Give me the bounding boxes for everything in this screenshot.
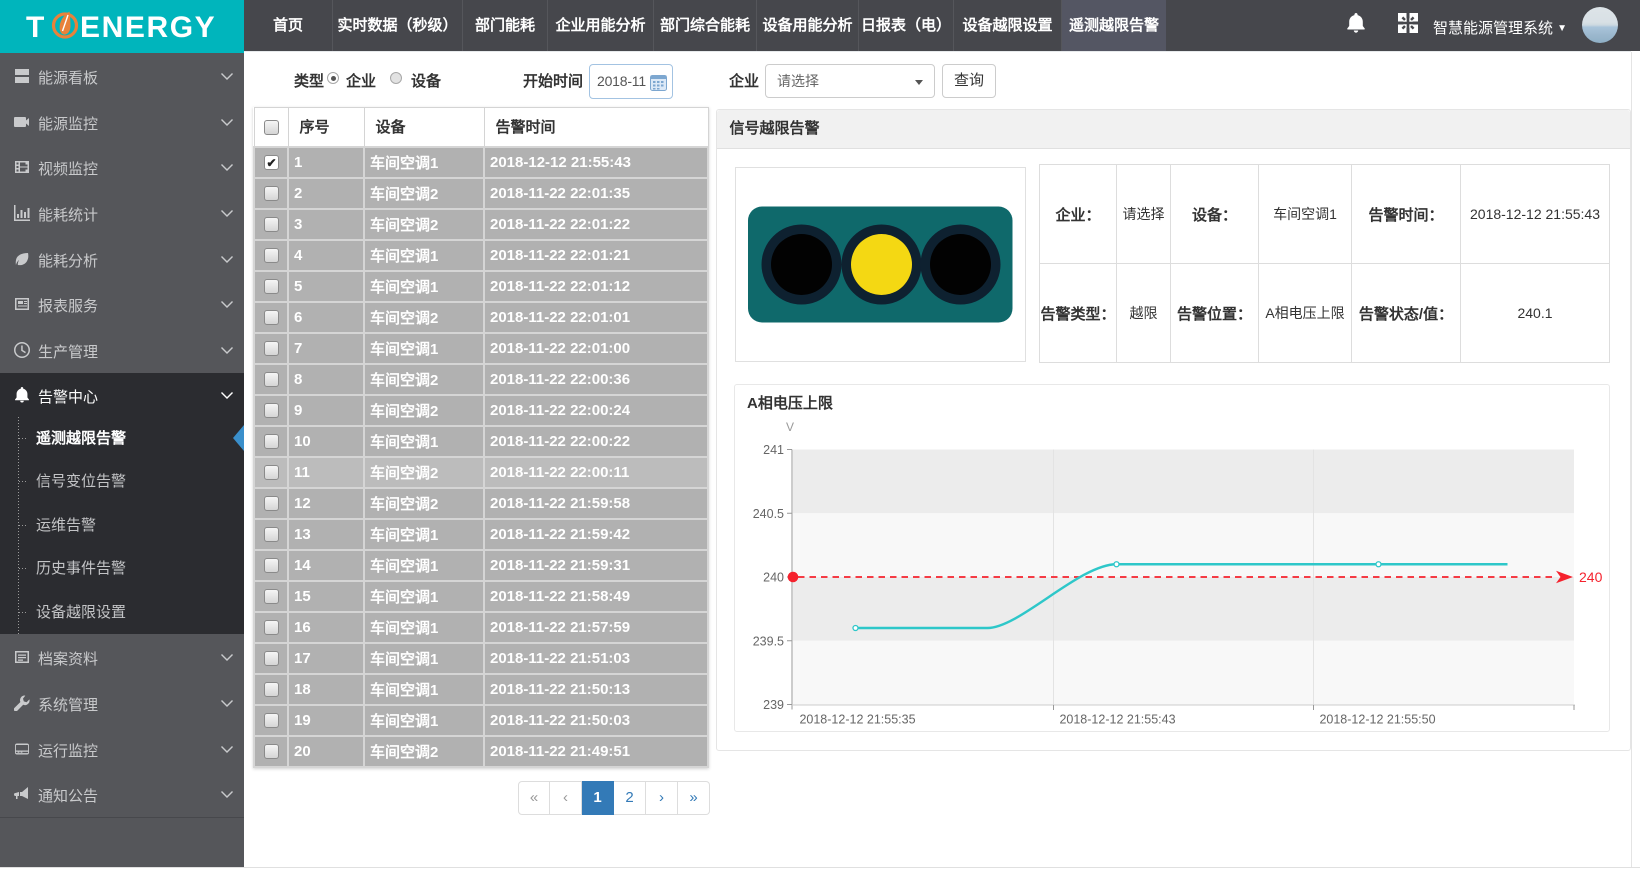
svg-text:ENERGY: ENERGY <box>80 11 216 44</box>
svg-text:239.5: 239.5 <box>753 634 784 648</box>
svg-text:240: 240 <box>1579 569 1603 585</box>
svg-text:240: 240 <box>763 571 784 585</box>
svg-text:T: T <box>26 11 44 44</box>
svg-text:239: 239 <box>763 698 784 712</box>
svg-text:240.5: 240.5 <box>753 507 784 521</box>
svg-text:2018-12-12 21:55:43: 2018-12-12 21:55:43 <box>1059 713 1175 727</box>
svg-text:2018-12-12 21:55:50: 2018-12-12 21:55:50 <box>1319 713 1435 727</box>
svg-text:241: 241 <box>763 443 784 457</box>
svg-text:2018-12-12 21:55:35: 2018-12-12 21:55:35 <box>799 713 915 727</box>
svg-text:V: V <box>786 420 794 434</box>
